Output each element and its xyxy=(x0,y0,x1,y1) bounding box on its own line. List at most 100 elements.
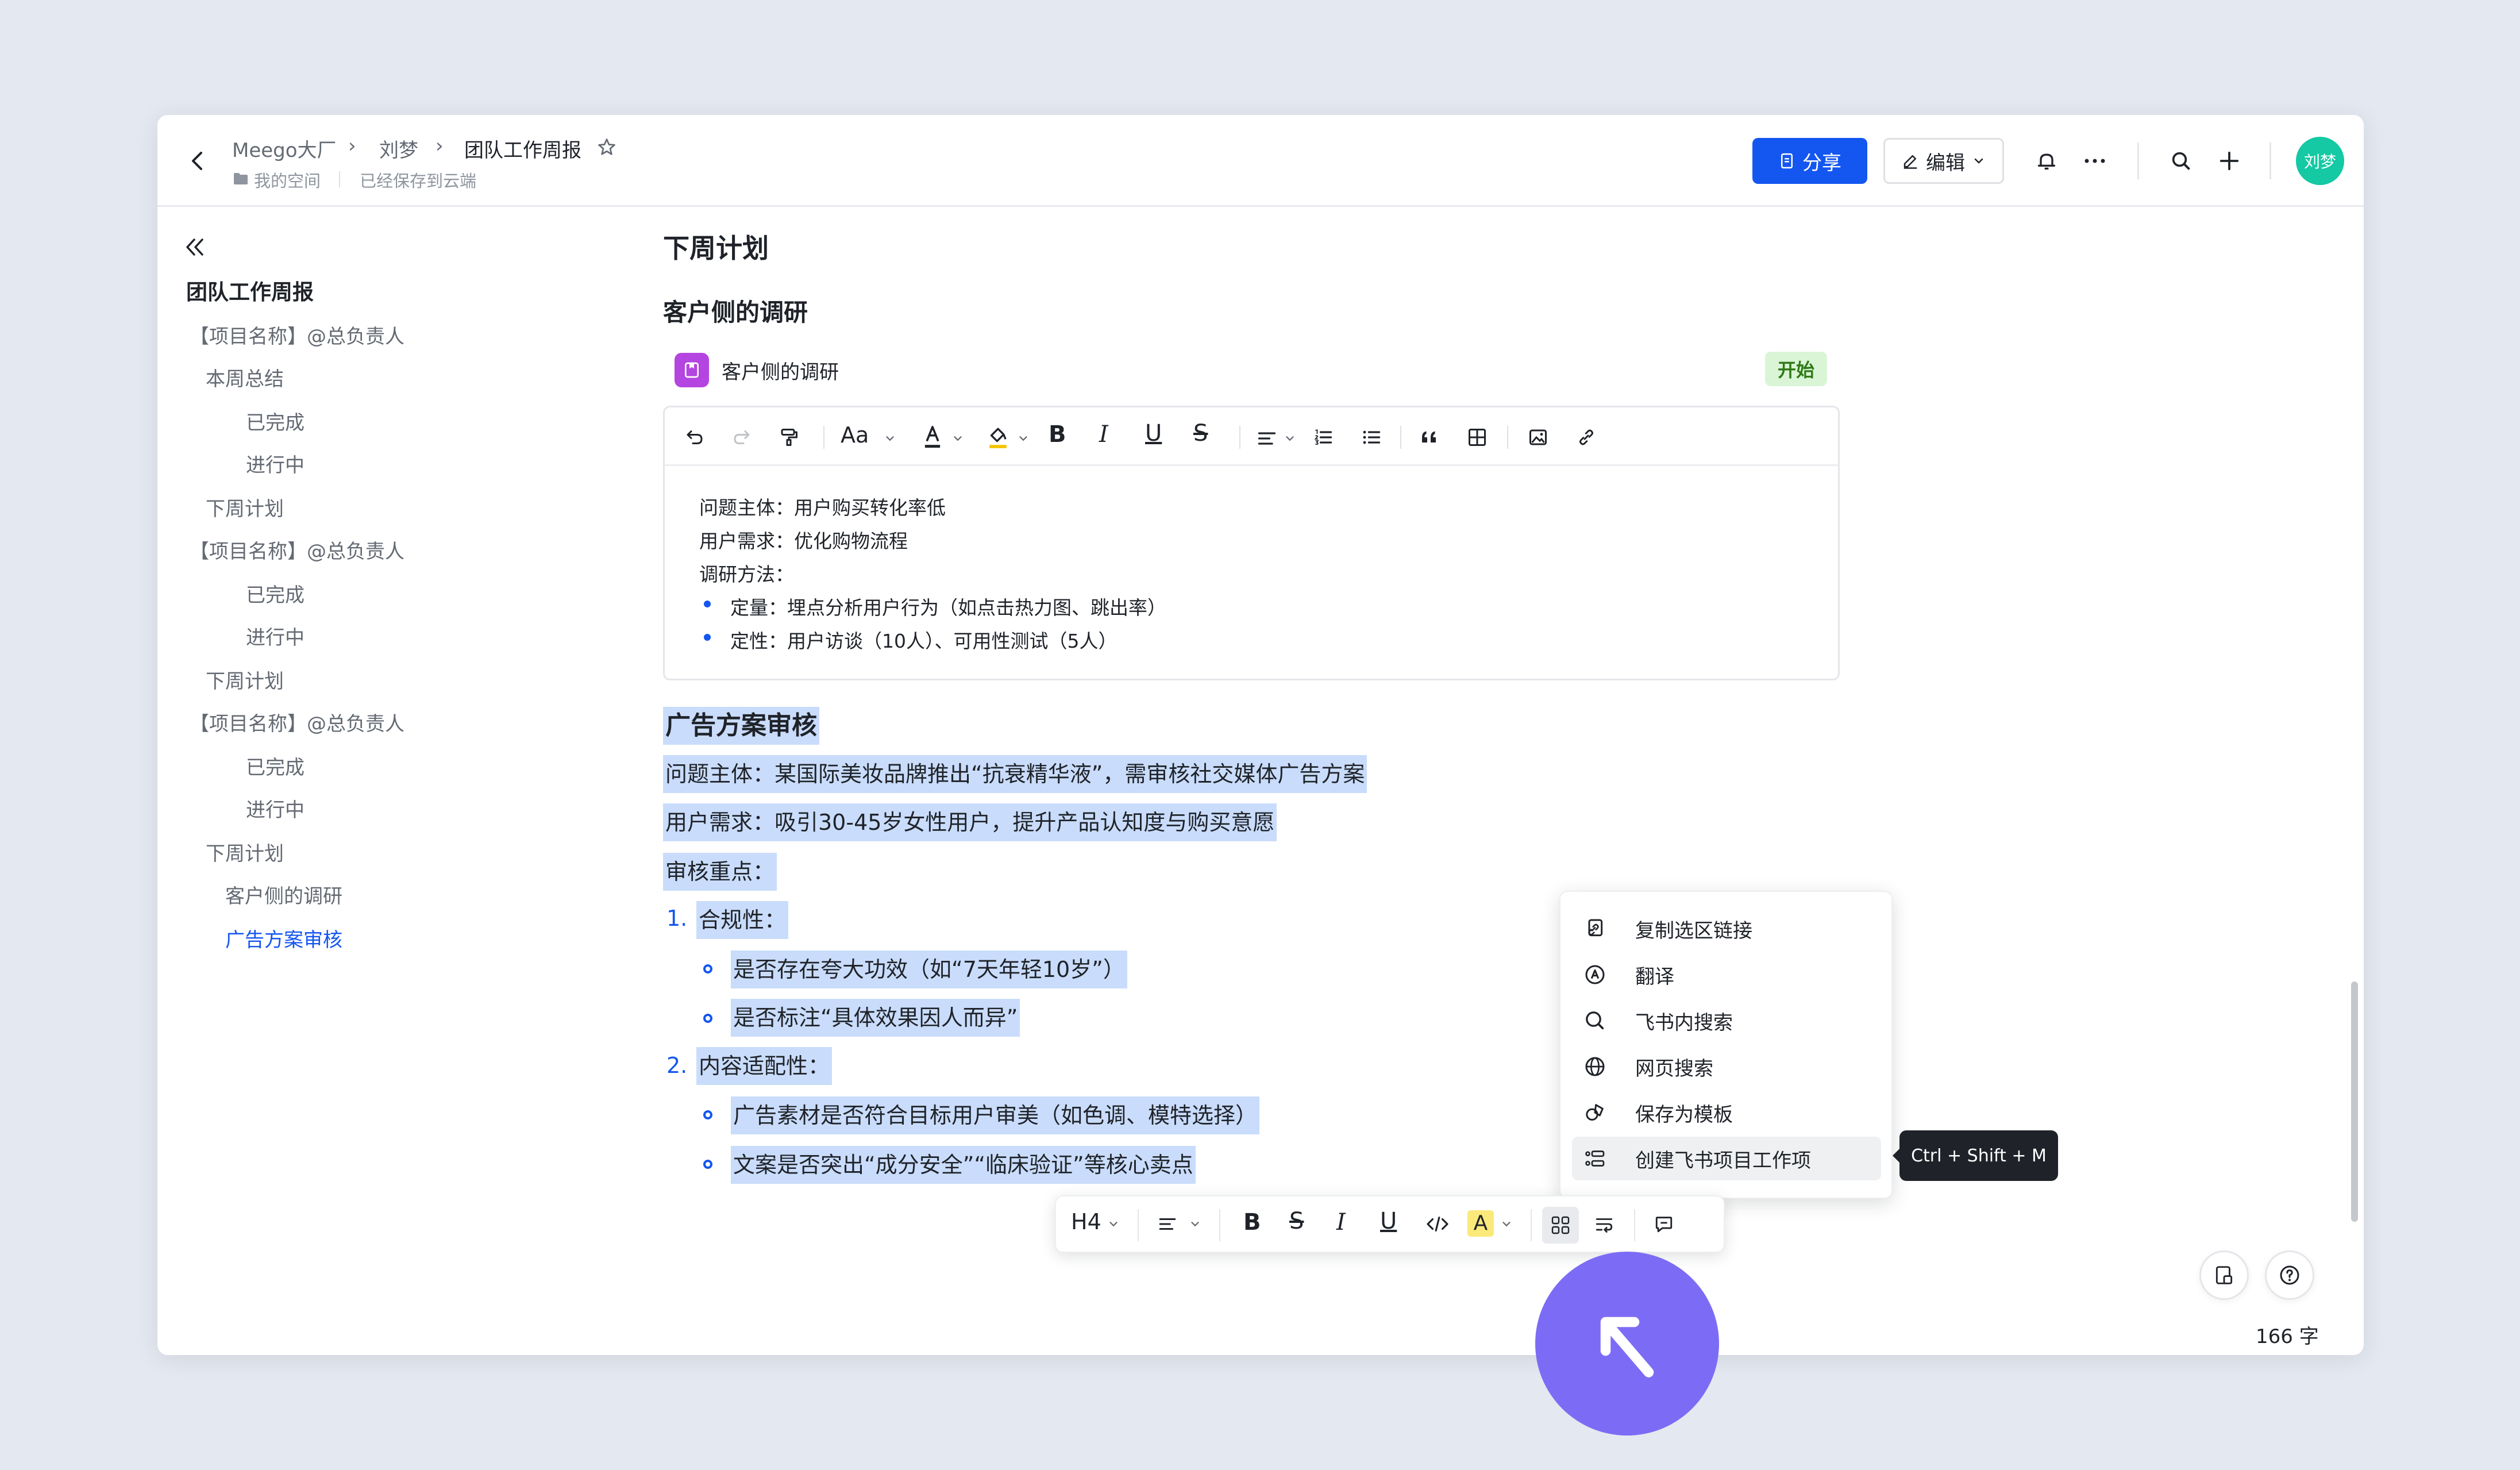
toc-root[interactable]: 团队工作周报 xyxy=(186,275,314,306)
editor-line[interactable]: 问题主体：用户购买转化率低 xyxy=(699,492,946,520)
avatar[interactable]: 刘梦 xyxy=(2296,137,2344,185)
share-button[interactable]: 分享 xyxy=(1752,138,1867,184)
table-icon[interactable] xyxy=(1463,424,1491,451)
font-size-dropdown[interactable]: Aa xyxy=(841,422,869,448)
toc-item[interactable]: 已完成 xyxy=(246,579,305,607)
highlight-icon[interactable] xyxy=(984,422,1012,452)
share-label: 分享 xyxy=(1802,151,1841,175)
ordered-list-icon[interactable] xyxy=(1309,424,1337,451)
selected-list-item[interactable]: 内容适配性： xyxy=(696,1047,833,1085)
toc-item[interactable]: 【项目名称】@总负责人 xyxy=(190,321,404,349)
selected-list-item[interactable]: 是否存在夸大功效（如“7天年轻10岁”） xyxy=(731,951,1127,988)
italic-icon[interactable]: I xyxy=(1099,421,1108,448)
bold-icon[interactable]: B xyxy=(1243,1209,1261,1236)
space-label[interactable]: 我的空间 xyxy=(254,168,321,192)
task-title[interactable]: 客户侧的调研 xyxy=(722,356,839,384)
menu-item-create-work-item[interactable]: 创建飞书项目工作项 xyxy=(1572,1137,1881,1180)
bell-icon[interactable] xyxy=(2032,146,2062,176)
heading-dropdown[interactable]: H4 xyxy=(1071,1209,1101,1234)
underline-icon[interactable]: U xyxy=(1145,420,1162,447)
back-arrow-icon[interactable] xyxy=(184,147,211,175)
toc-item[interactable]: 【项目名称】@总负责人 xyxy=(190,536,404,564)
bullet-list-icon[interactable] xyxy=(1358,424,1385,451)
inline-code-icon[interactable] xyxy=(1424,1211,1451,1237)
format-painter-icon[interactable] xyxy=(775,424,803,451)
arrow-up-left-icon xyxy=(1600,1317,1654,1377)
selected-paragraph[interactable]: 问题主体：某国际美妆品牌推出“抗衰精华液”，需审核社交媒体广告方案 xyxy=(663,755,1367,793)
toc-item[interactable]: 客户侧的调研 xyxy=(225,880,342,909)
toc-item[interactable]: 下周计划 xyxy=(206,838,284,866)
menu-item-internal-search[interactable]: 飞书内搜索 xyxy=(1572,999,1881,1042)
selected-list-item[interactable]: 文案是否突出“成分安全”“临床验证”等核心卖点 xyxy=(731,1146,1196,1184)
menu-item-save-template[interactable]: 保存为模板 xyxy=(1572,1091,1881,1134)
align-icon[interactable] xyxy=(1253,425,1281,452)
align-icon[interactable] xyxy=(1155,1211,1180,1237)
editor-toolbar: Aa B I U S xyxy=(665,407,1838,466)
chevron-down-icon[interactable] xyxy=(1187,1216,1203,1232)
plus-icon[interactable] xyxy=(2214,146,2244,176)
breadcrumb-item-user[interactable]: 刘梦 xyxy=(379,134,418,163)
redo-icon[interactable] xyxy=(728,424,756,451)
toc-item[interactable]: 已完成 xyxy=(246,752,305,780)
strikethrough-icon[interactable]: S xyxy=(1193,420,1208,447)
toc-item[interactable]: 进行中 xyxy=(246,449,305,478)
menu-item-web-search[interactable]: 网页搜索 xyxy=(1572,1045,1881,1088)
document-icon xyxy=(2215,1266,2233,1284)
edit-mode-button[interactable]: 编辑 xyxy=(1883,138,2004,184)
more-actions-button[interactable] xyxy=(1542,1207,1579,1244)
toc-item[interactable]: 本周总结 xyxy=(206,363,284,391)
chevron-down-icon[interactable] xyxy=(1105,1216,1122,1232)
chevron-down-icon[interactable] xyxy=(950,430,966,447)
text-wrap-icon[interactable] xyxy=(1590,1211,1618,1237)
toc-item[interactable]: 下周计划 xyxy=(206,493,284,521)
collapse-sidebar-icon[interactable] xyxy=(180,233,208,261)
divider xyxy=(1634,1209,1635,1241)
menu-item-translate[interactable]: 翻译 xyxy=(1572,953,1881,996)
bullet-circle xyxy=(703,964,712,973)
quote-icon[interactable] xyxy=(1415,424,1443,451)
selected-list-item[interactable]: 合规性： xyxy=(696,901,789,939)
selected-list-item[interactable]: 广告素材是否符合目标用户审美（如色调、模特选择） xyxy=(731,1096,1260,1134)
link-icon[interactable] xyxy=(1573,424,1600,451)
editor-line[interactable]: 用户需求：优化购物流程 xyxy=(699,526,908,553)
folder-icon xyxy=(232,170,249,187)
chevron-down-icon[interactable] xyxy=(1015,430,1031,447)
selected-heading[interactable]: 广告方案审核 xyxy=(663,707,819,745)
selected-paragraph[interactable]: 审核重点： xyxy=(663,853,777,891)
star-icon[interactable] xyxy=(595,136,618,159)
toc-item[interactable]: 进行中 xyxy=(246,794,305,822)
highlight-color-icon[interactable]: A xyxy=(1467,1210,1494,1237)
menu-item-label: 网页搜索 xyxy=(1635,1057,1713,1080)
toc-item[interactable]: 【项目名称】@总负责人 xyxy=(190,708,404,736)
menu-item-label: 飞书内搜索 xyxy=(1635,1011,1733,1034)
chevron-down-icon[interactable] xyxy=(1282,430,1298,447)
status-badge[interactable]: 开始 xyxy=(1765,352,1827,386)
comment-icon[interactable] xyxy=(1650,1211,1678,1237)
scrollbar-thumb[interactable] xyxy=(2351,982,2358,1222)
toc-item[interactable]: 进行中 xyxy=(246,622,305,650)
selected-list-item[interactable]: 是否标注“具体效果因人而异” xyxy=(731,999,1020,1037)
search-icon[interactable] xyxy=(2166,146,2196,176)
chevron-down-icon[interactable] xyxy=(1498,1216,1515,1232)
editor-line[interactable]: 调研方法： xyxy=(699,559,794,587)
toc-item[interactable]: 下周计划 xyxy=(206,665,284,694)
editor-line[interactable]: 定性：用户访谈（10人）、可用性测试（5人） xyxy=(730,626,1118,653)
bold-icon[interactable]: B xyxy=(1049,421,1066,448)
underline-icon[interactable]: U xyxy=(1380,1208,1397,1234)
document-info-button[interactable] xyxy=(2199,1250,2249,1300)
chevron-down-icon[interactable] xyxy=(882,430,898,447)
undo-icon[interactable] xyxy=(681,424,708,451)
strikethrough-icon[interactable]: S xyxy=(1289,1208,1304,1234)
italic-icon[interactable]: I xyxy=(1336,1209,1346,1236)
toc-item[interactable]: 已完成 xyxy=(246,407,305,435)
image-icon[interactable] xyxy=(1524,424,1552,451)
more-icon[interactable] xyxy=(2080,146,2110,176)
breadcrumb-item-space[interactable]: Meego大厂 xyxy=(232,134,337,163)
help-button[interactable] xyxy=(2265,1250,2314,1300)
font-color-icon[interactable] xyxy=(919,422,946,452)
toc-item-active[interactable]: 广告方案审核 xyxy=(225,924,342,952)
app-window: Meego大厂 › 刘梦 › 团队工作周报 我的空间 已经保存到云端 分享 编辑 xyxy=(157,115,2364,1355)
selected-paragraph[interactable]: 用户需求：吸引30-45岁女性用户，提升产品认知度与购买意愿 xyxy=(663,803,1277,841)
editor-line[interactable]: 定量：埋点分析用户行为（如点击热力图、跳出率） xyxy=(730,592,1166,620)
menu-item-copy-link[interactable]: 复制选区链接 xyxy=(1572,907,1881,951)
